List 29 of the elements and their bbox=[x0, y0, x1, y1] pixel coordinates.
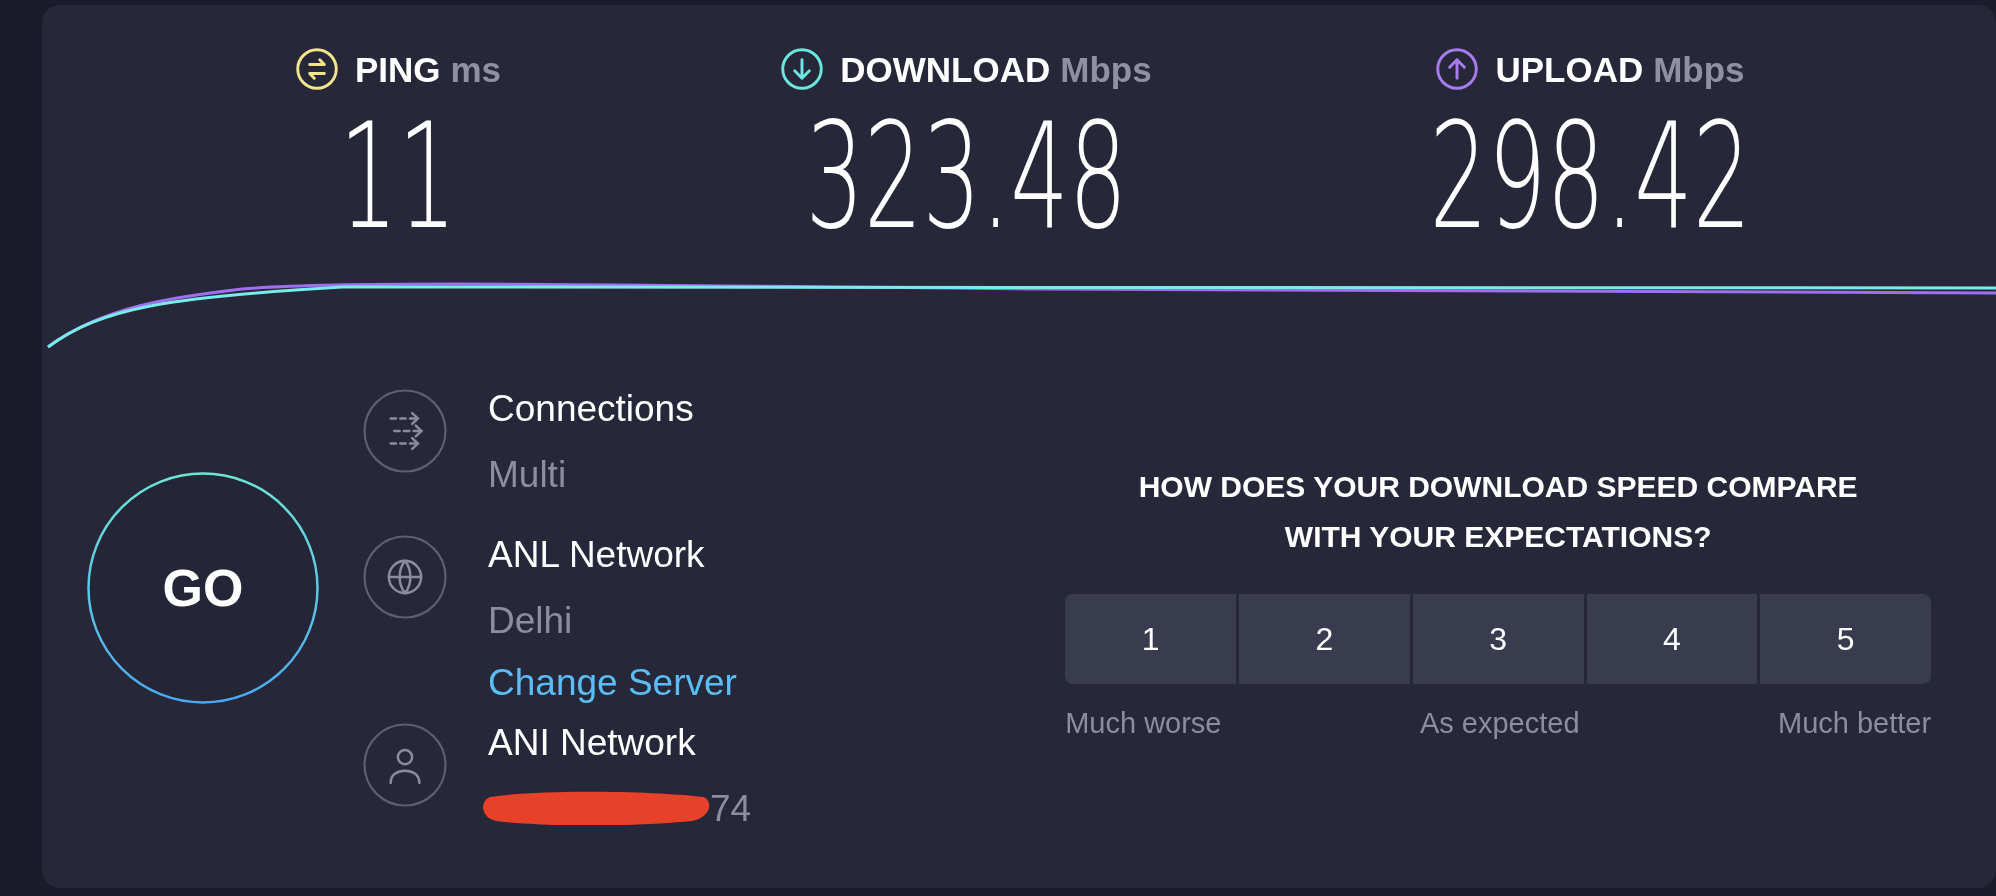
go-button[interactable]: GO bbox=[87, 472, 319, 704]
info-title: Connections bbox=[488, 387, 694, 431]
metric-unit: ms bbox=[450, 51, 502, 87]
info-subtitle: Delhi bbox=[488, 603, 573, 639]
metric-value: 298.42 bbox=[1429, 103, 1751, 249]
rating-button[interactable]: 3 bbox=[1412, 594, 1584, 684]
info-subtitle: Multi bbox=[488, 457, 567, 493]
scale-label: Much worse bbox=[1065, 706, 1222, 741]
rating-button[interactable]: 4 bbox=[1586, 594, 1758, 684]
metric-label: PING bbox=[354, 51, 441, 87]
metric-value: 11 bbox=[339, 103, 457, 249]
globe-icon bbox=[362, 534, 448, 620]
change-server-link[interactable]: Change Server bbox=[488, 661, 737, 705]
rating-button[interactable]: 1 bbox=[1065, 594, 1236, 684]
info-subtitle: 74 bbox=[710, 791, 752, 827]
info-title: ANI Network bbox=[488, 721, 697, 765]
rating-button[interactable]: 5 bbox=[1760, 594, 1932, 684]
survey-question: HOW DOES YOUR DOWNLOAD SPEED COMPARE WITH YOUR EXPECTATIONS? bbox=[1137, 469, 1859, 555]
metric-label: DOWNLOAD bbox=[840, 51, 1051, 87]
metric-label: UPLOAD bbox=[1495, 51, 1644, 87]
metric-unit: Mbps bbox=[1653, 51, 1745, 87]
arrows-icon bbox=[362, 388, 448, 474]
metric-value: 323.48 bbox=[805, 103, 1127, 249]
metric-unit: Mbps bbox=[1060, 51, 1152, 87]
rating-button[interactable]: 2 bbox=[1238, 594, 1410, 684]
scale-label: As expected bbox=[1419, 706, 1580, 741]
scale-label: Much better bbox=[1778, 706, 1932, 741]
person-icon bbox=[362, 722, 448, 808]
info-title: ANL Network bbox=[488, 533, 706, 577]
